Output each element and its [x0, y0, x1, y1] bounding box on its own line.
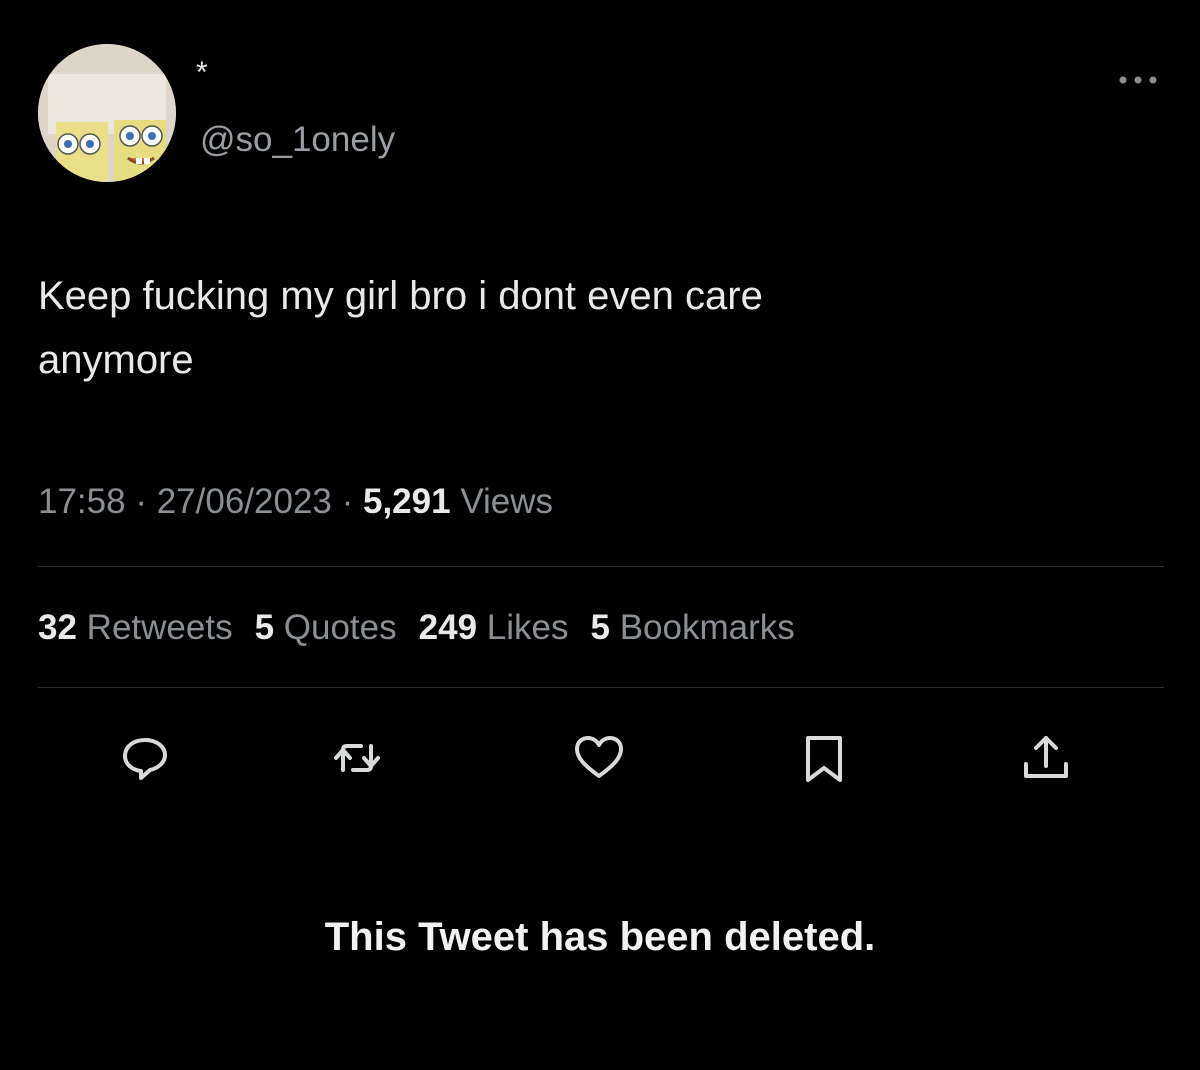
- likes-label: Likes: [486, 608, 569, 647]
- views-count: 5,291: [362, 482, 451, 521]
- likes-count: 249: [418, 608, 478, 647]
- reply-icon: [123, 738, 167, 780]
- tweet-time[interactable]: 17:58: [38, 482, 126, 521]
- heart-icon: [575, 736, 623, 778]
- quotes-stat[interactable]: 5 Quotes: [255, 608, 397, 647]
- tweet-text-line-2: anymore: [38, 338, 194, 382]
- share-icon: [1024, 736, 1068, 778]
- deleted-notice: This Tweet has been deleted.: [324, 915, 876, 959]
- share-button[interactable]: [1018, 730, 1074, 786]
- retweets-label: Retweets: [86, 608, 233, 647]
- quotes-label: Quotes: [283, 608, 397, 647]
- tweet-text: Keep fucking my girl bro i dont even car…: [38, 264, 1138, 392]
- tweet-screen: * @so_1onely Keep fucking my girl bro i …: [0, 0, 1200, 1070]
- spongebob-avatar-icon: [38, 44, 176, 182]
- retweets-stat[interactable]: 32 Retweets: [38, 608, 233, 647]
- bookmarks-label: Bookmarks: [619, 608, 795, 647]
- bookmarks-count: 5: [590, 608, 610, 647]
- views-label: Views: [460, 482, 554, 521]
- action-bar: [0, 730, 1200, 790]
- divider: [38, 687, 1164, 688]
- retweet-button[interactable]: [329, 730, 385, 786]
- retweet-icon: [334, 744, 380, 772]
- bookmark-button[interactable]: [796, 730, 852, 786]
- tweet-date[interactable]: 27/06/2023: [157, 482, 332, 521]
- engagement-stats: 32 Retweets 5 Quotes 249 Likes 5 Bookmarks: [38, 606, 817, 650]
- bookmark-icon: [806, 736, 842, 782]
- avatar[interactable]: [38, 44, 176, 182]
- reply-button[interactable]: [117, 730, 173, 786]
- retweets-count: 32: [38, 608, 77, 647]
- quotes-count: 5: [254, 608, 275, 647]
- meta-separator: ·: [125, 482, 157, 521]
- bookmarks-stat[interactable]: 5 Bookmarks: [591, 608, 795, 647]
- tweet-text-line-1: Keep fucking my girl bro i dont even car…: [38, 274, 763, 318]
- like-button[interactable]: [571, 730, 627, 786]
- display-name[interactable]: *: [196, 58, 208, 88]
- tweet-meta: 17:58 · 27/06/2023 · 5,291 Views: [38, 480, 553, 524]
- user-handle[interactable]: @so_1onely: [200, 120, 395, 160]
- likes-stat[interactable]: 249 Likes: [419, 608, 569, 647]
- divider: [38, 566, 1164, 567]
- more-dots-icon[interactable]: [1116, 70, 1160, 90]
- meta-separator: ·: [331, 482, 363, 521]
